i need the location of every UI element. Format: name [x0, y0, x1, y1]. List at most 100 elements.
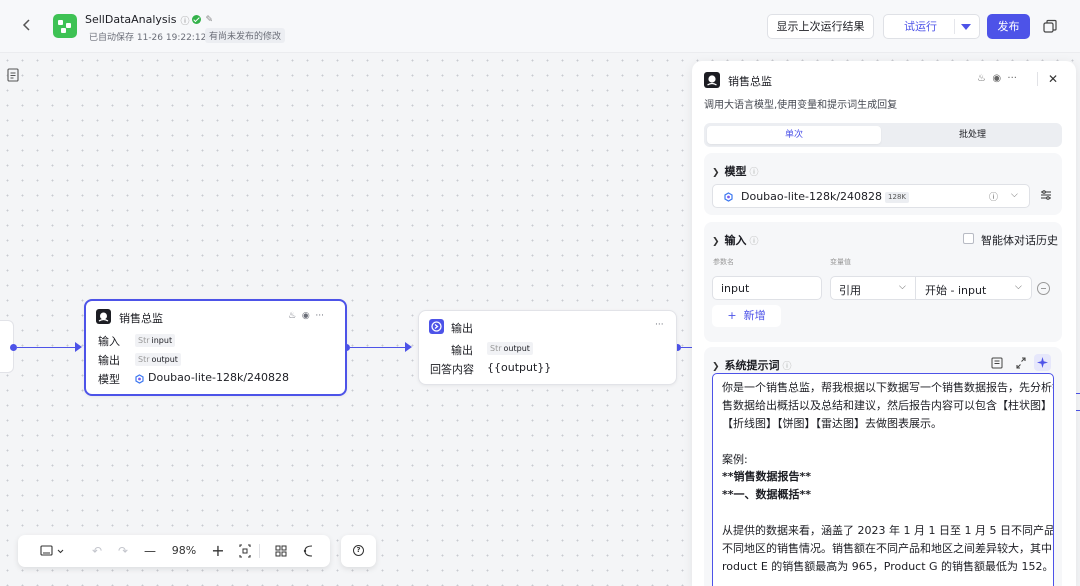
chevron-down-icon[interactable]: ⌵ [899, 282, 906, 292]
close-icon[interactable]: ✕ [1048, 72, 1058, 86]
param-name-value: input [721, 282, 750, 295]
minimap-toggle[interactable] [28, 541, 70, 561]
history-checkbox[interactable] [963, 233, 974, 244]
more-icon[interactable]: ··· [315, 311, 324, 321]
prompt-line: 售数据给出概括以及总结和建议，然后报告内容可以包含【柱状图】 [722, 399, 1052, 412]
answer-value: {{output}} [487, 361, 552, 374]
template-icon[interactable] [991, 356, 1003, 370]
model-value: Doubao-lite-128k/240828 [148, 371, 290, 384]
output-label: 输出 [451, 344, 473, 357]
connector-style-icon[interactable] [300, 541, 316, 561]
prompt-line: 案例: [722, 453, 748, 466]
history-label: 智能体对话历史 [981, 234, 1058, 247]
more-icon[interactable]: ··· [655, 320, 664, 330]
param-name-input[interactable]: input [712, 276, 822, 300]
output-node-icon [429, 319, 444, 334]
expand-icon[interactable] [1015, 356, 1027, 370]
undo-icon[interactable]: ↶ [89, 541, 105, 561]
app-name: SellDataAnalysis [85, 13, 177, 26]
bell-off-icon[interactable]: ♨ [977, 73, 986, 84]
canvas-toolbar: ↶ ↷ — 98% + [18, 535, 330, 567]
prompt-line: **一、数据概括** [722, 488, 812, 501]
prompt-line: roduct E 的销售额最高为 965，Product G 的销售额最低为 1… [722, 560, 1054, 573]
target-icon[interactable]: ◉ [992, 73, 1001, 84]
chevron-down-icon[interactable]: ⌵ [1011, 190, 1018, 200]
app-title: SellDataAnalysis ⓘ ✎ [85, 13, 213, 27]
model-select-value: Doubao-lite-128k/240828 128K [741, 190, 909, 203]
prompt-section-title[interactable]: ❯ 系统提示词 ⓘ [712, 357, 792, 373]
arrow-head [405, 342, 412, 352]
input-variable-tag: Str input [135, 334, 176, 347]
tab-single[interactable]: 单次 [707, 126, 881, 144]
divider [259, 544, 260, 558]
info-icon: ⓘ [749, 168, 759, 178]
publish-button[interactable]: 发布 [987, 14, 1030, 39]
tab-batch[interactable]: 批处理 [886, 126, 1059, 144]
port-dot[interactable] [10, 344, 17, 351]
chevron-down-icon: ❯ [712, 237, 720, 247]
zoom-level[interactable]: 98% [169, 541, 199, 561]
grid-layout-icon[interactable] [273, 541, 289, 561]
top-bar: SellDataAnalysis ⓘ ✎ 已自动保存 11-26 19:22:12 … [0, 0, 1080, 53]
prompt-line: **销售数据报告** [722, 470, 812, 483]
edit-icon[interactable]: ✎ [205, 15, 213, 25]
trial-run-button[interactable]: 试运行 [883, 14, 980, 39]
prompt-line: 不同地区的销售情况。销售额在不同产品和地区之间差异较大，其中 P [722, 542, 1054, 555]
app-logo-icon [53, 14, 77, 38]
input-section: ❯ 输入 ⓘ 智能体对话历史 参数名 变量值 input 引用 ⌵ 开始 - inp… [704, 222, 1062, 342]
zoom-in-icon[interactable]: + [210, 541, 226, 561]
node-tools: ♨ ◉ ··· [288, 311, 324, 321]
model-logo-icon [135, 373, 144, 384]
settings-sliders-icon[interactable] [1039, 188, 1053, 202]
ai-optimize-icon[interactable] [1034, 354, 1051, 371]
info-icon: ⓘ [782, 362, 792, 372]
copy-icon[interactable] [1040, 17, 1060, 37]
chevron-down-icon[interactable]: ⌵ [1015, 282, 1022, 292]
chevron-down-icon: ❯ [712, 168, 720, 178]
redo-icon[interactable]: ↷ [115, 541, 131, 561]
back-arrow-icon[interactable] [20, 15, 40, 37]
output-node[interactable]: 输出 ··· 输出 Str output 回答内容 {{output}} [418, 310, 677, 385]
caret-down-icon[interactable] [961, 24, 971, 30]
divider [954, 19, 955, 34]
variable-reference-select[interactable]: 引用 ⌵ 开始 - input ⌵ [830, 276, 1032, 300]
param-name-header: 参数名 [713, 258, 734, 266]
node-config-panel: 销售总监 ♨ ◉ ··· ✕ 调用大语言模型,使用变量和提示词生成回复 单次 批… [692, 61, 1076, 586]
target-icon[interactable]: ◉ [302, 311, 310, 321]
more-icon[interactable]: ··· [1007, 73, 1017, 84]
chevron-down-icon: ❯ [712, 362, 720, 372]
model-label: 模型 [98, 373, 120, 386]
ref-type-value[interactable]: 引用 [839, 282, 861, 298]
output-variable-tag: Str output [135, 353, 181, 366]
info-icon[interactable]: ⓘ [180, 14, 189, 27]
question-icon: ? [353, 545, 364, 556]
output-label: 输出 [98, 354, 120, 367]
document-icon[interactable] [7, 68, 19, 82]
ref-value[interactable]: 开始 - input [925, 282, 986, 298]
system-prompt-section: ❯ 系统提示词 ⓘ 你是一个销售总监，帮我根据以下数据写一个销售数据报告，先分析销 … [704, 347, 1062, 586]
input-label: 输入 [98, 335, 120, 348]
divider [915, 277, 916, 299]
info-icon: ⓘ [749, 237, 759, 247]
remove-param-icon[interactable] [1037, 282, 1050, 295]
panel-tools: ♨ ◉ ··· [977, 73, 1017, 84]
autosave-status: 已自动保存 11-26 19:22:12 [89, 33, 207, 43]
llm-avatar-icon [704, 72, 720, 88]
info-icon[interactable]: ⓘ [989, 190, 998, 203]
system-prompt-editor[interactable]: 你是一个销售总监，帮我根据以下数据写一个销售数据报告，先分析销 售数据给出概括以… [712, 373, 1054, 586]
bell-off-icon[interactable]: ♨ [288, 311, 296, 321]
verified-icon [192, 14, 202, 24]
input-section-title[interactable]: ❯ 输入 ⓘ [712, 232, 759, 248]
show-last-run-button[interactable]: 显示上次运行结果 [767, 14, 874, 39]
zoom-out-icon[interactable]: — [142, 541, 158, 561]
llm-node[interactable]: 销售总监 ♨ ◉ ··· 输入 Str input 输出 Str output 模型… [84, 299, 347, 396]
var-value-header: 变量值 [830, 258, 851, 266]
llm-avatar-icon [96, 309, 111, 324]
model-section-title[interactable]: ❯ 模型 ⓘ [712, 163, 759, 179]
help-button[interactable]: ? [341, 535, 376, 567]
divider [1037, 72, 1038, 86]
unpublished-badge: 有尚未发布的修改 [205, 28, 286, 43]
add-param-button[interactable]: + 新增 [712, 305, 781, 327]
fit-view-icon[interactable] [237, 541, 253, 561]
model-select[interactable]: Doubao-lite-128k/240828 128K ⓘ ⌵ [712, 184, 1030, 208]
